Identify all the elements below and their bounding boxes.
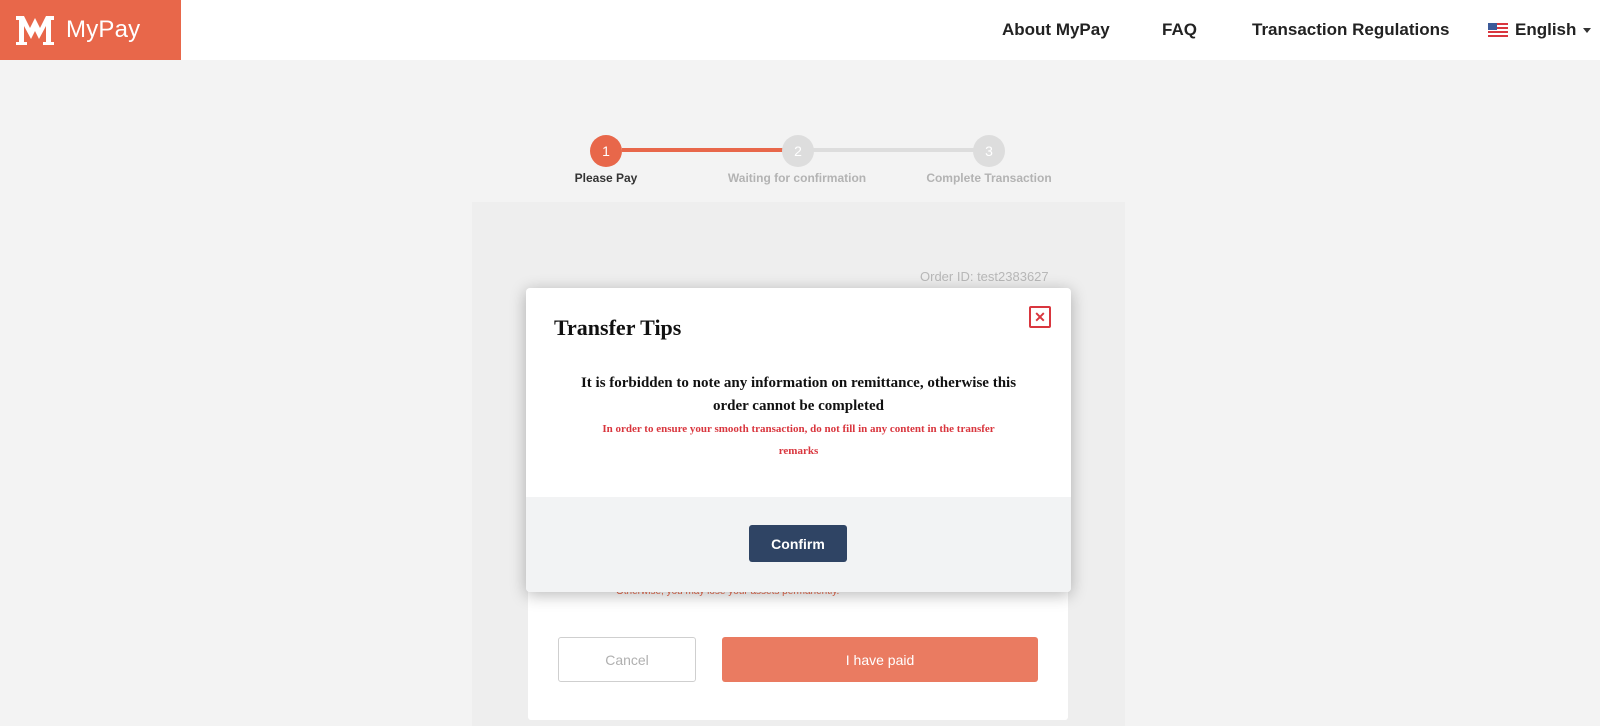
modal-title: Transfer Tips	[554, 315, 682, 340]
close-icon[interactable]: ✕	[1029, 306, 1051, 328]
logo[interactable]: MyPay	[0, 0, 181, 60]
mypay-logo-icon	[16, 16, 54, 45]
step-2-circle: 2	[782, 135, 814, 167]
cancel-button[interactable]: Cancel	[558, 637, 696, 682]
nav-transaction-regulations[interactable]: Transaction Regulations	[1252, 0, 1449, 60]
nav-faq[interactable]: FAQ	[1162, 0, 1197, 60]
order-id: Order ID: test2383627	[920, 269, 1049, 284]
i-have-paid-button[interactable]: I have paid	[722, 637, 1038, 682]
modal-footer: Confirm	[526, 497, 1071, 592]
step-3-circle: 3	[973, 135, 1005, 167]
step-1-label: Please Pay	[574, 171, 638, 185]
step-3-label: Complete Transaction	[926, 171, 1052, 185]
nav-about[interactable]: About MyPay	[1002, 0, 1110, 60]
chevron-down-icon	[1583, 27, 1592, 33]
top-header: MyPay About MyPay FAQ Transaction Regula…	[0, 0, 1600, 60]
step-2-label: Waiting for confirmation	[727, 171, 867, 185]
language-selector[interactable]: English	[1488, 0, 1592, 60]
transfer-tips-modal: Transfer Tips ✕ It is forbidden to note …	[526, 288, 1071, 592]
language-label: English	[1515, 20, 1577, 39]
progress-line-pending	[812, 148, 980, 152]
progress-line-done	[622, 148, 792, 152]
logo-text: MyPay	[66, 16, 141, 43]
modal-sub-message: In order to ensure your smooth transacti…	[602, 423, 995, 457]
modal-message: It is forbidden to note any information …	[580, 375, 1017, 414]
us-flag-icon	[1488, 23, 1508, 37]
confirm-button[interactable]: Confirm	[749, 525, 847, 562]
step-1-circle: 1	[590, 135, 622, 167]
